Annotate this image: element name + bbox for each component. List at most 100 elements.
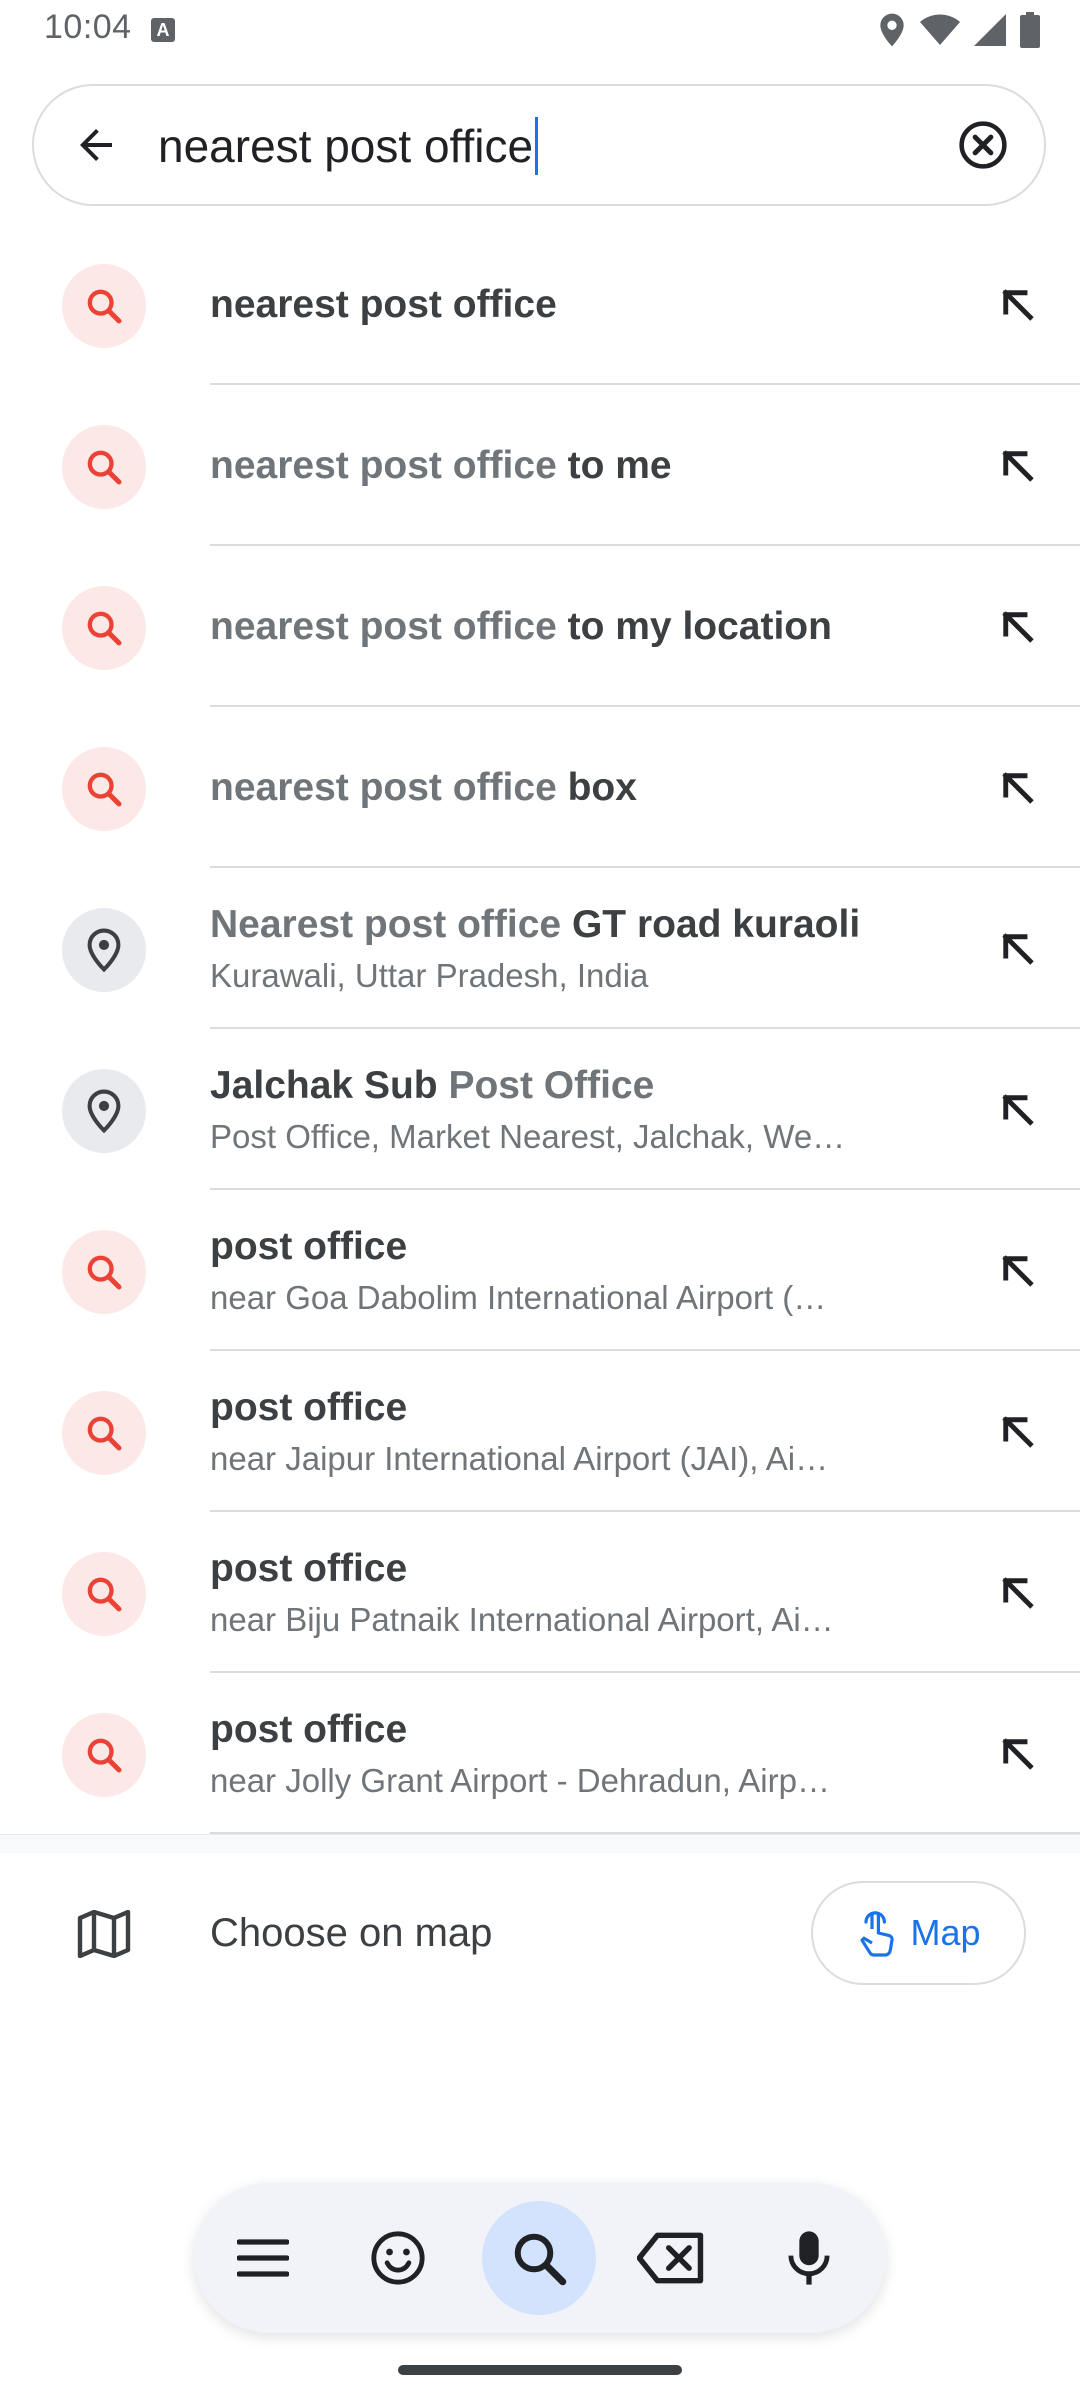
signal-icon (974, 14, 1006, 46)
suggestion-strong-text: post office (210, 1546, 408, 1590)
suggestion-row[interactable]: Jalchak Sub Post Office Post Office, Mark… (0, 1029, 1080, 1190)
suggestion-lead-icon (62, 1713, 146, 1797)
suggestion-strong-text: Jalchak Sub (210, 1063, 449, 1107)
suggestion-text: Nearest post office GT road kuraoli Kuraw… (210, 868, 920, 1029)
suggestion-secondary-text: near Biju Patnaik International Airport,… (210, 1600, 834, 1638)
fill-query-button[interactable] (982, 752, 1054, 824)
suggestion-muted-text: Nearest post office (210, 902, 562, 946)
suggestion-text: nearest post office box (210, 707, 920, 868)
suggestion-lead-icon (62, 1552, 146, 1636)
suggestion-primary-text: post office (210, 1705, 920, 1755)
fill-query-arrow-icon (1002, 1094, 1034, 1126)
fill-query-arrow-icon (1002, 1577, 1034, 1609)
fill-query-button[interactable] (982, 591, 1054, 663)
pin-icon (87, 928, 121, 972)
choose-on-map-label: Choose on map (210, 1911, 493, 1955)
touch-icon (860, 1911, 895, 1957)
map-outline-icon (77, 1910, 131, 1958)
suggestion-primary-text: nearest post office (210, 280, 920, 330)
a-badge-icon: A (151, 18, 175, 42)
suggestion-strong-text: post office (210, 1224, 408, 1268)
suggestion-primary-text: Jalchak Sub Post Office (210, 1061, 920, 1111)
search-icon (87, 1255, 122, 1290)
suggestion-text: nearest post office to me (210, 385, 920, 546)
fill-query-button[interactable] (982, 269, 1054, 341)
keyboard-mic-button[interactable] (752, 2201, 866, 2315)
suggestion-lead-icon (62, 1069, 146, 1153)
fill-query-button[interactable] (982, 1718, 1054, 1790)
suggestion-strong-text: post office (210, 1385, 408, 1429)
suggestion-primary-text: Nearest post office GT road kuraoli (210, 900, 920, 950)
suggestion-row[interactable]: post office near Jaipur International Air… (0, 1351, 1080, 1512)
suggestion-primary-text: nearest post office to my location (210, 602, 920, 652)
map-button[interactable]: Map (811, 1881, 1026, 1985)
wifi-icon (920, 14, 960, 45)
suggestion-strong-text: to me (556, 443, 672, 487)
text-caret (535, 117, 539, 175)
fill-query-arrow-icon (1002, 1738, 1034, 1770)
search-icon (514, 2233, 567, 2286)
fill-query-button[interactable] (982, 1557, 1054, 1629)
suggestion-muted-text: nearest post office (210, 443, 557, 487)
suggestion-row[interactable]: nearest post office to me (0, 385, 1080, 546)
fill-query-button[interactable] (982, 430, 1054, 502)
suggestion-primary-text: post office (210, 1222, 920, 1272)
emoji-icon (371, 2231, 425, 2285)
mic-icon (788, 2231, 830, 2285)
suggestion-strong-text: nearest post office (210, 282, 557, 326)
suggestion-row[interactable]: nearest post office to my location (0, 546, 1080, 707)
suggestion-muted-text: nearest post office (210, 765, 557, 809)
suggestion-muted-text: nearest post office (210, 604, 557, 648)
fill-query-button[interactable] (982, 913, 1054, 985)
suggestion-row[interactable]: nearest post office (0, 224, 1080, 385)
keyboard-search-button[interactable] (482, 2201, 596, 2315)
suggestion-secondary-text: Post Office, Market Nearest, Jalchak, We… (210, 1117, 846, 1155)
suggestion-secondary-text: near Jaipur International Airport (JAI),… (210, 1439, 829, 1477)
keyboard-menu-button[interactable] (206, 2201, 320, 2315)
suggestion-text: post office near Goa Dabolim Internationa… (210, 1190, 920, 1351)
suggestion-row[interactable]: nearest post office box (0, 707, 1080, 868)
search-input[interactable]: nearest post office (158, 116, 539, 176)
suggestion-secondary-text: near Goa Dabolim International Airport (… (210, 1278, 827, 1316)
fill-query-button[interactable] (982, 1235, 1054, 1307)
arrow-back-icon (80, 129, 112, 161)
suggestion-text: post office near Jolly Grant Airport - De… (210, 1673, 920, 1834)
fill-query-button[interactable] (982, 1396, 1054, 1468)
menu-icon (237, 2239, 289, 2277)
suggestion-primary-text: nearest post office to me (210, 441, 920, 491)
clear-button[interactable] (950, 112, 1016, 178)
suggestion-text: Jalchak Sub Post Office Post Office, Mark… (210, 1029, 920, 1190)
suggestion-secondary-text: near Jolly Grant Airport - Dehradun, Air… (210, 1761, 830, 1799)
suggestion-muted-text: Post Office (448, 1063, 655, 1107)
suggestion-text: nearest post office (210, 224, 920, 385)
suggestion-lead-icon (62, 908, 146, 992)
back-button[interactable] (62, 111, 130, 179)
choose-on-map-row[interactable]: Choose on map Map (0, 1852, 1080, 2012)
search-icon (87, 1738, 122, 1773)
search-icon (87, 1416, 122, 1451)
keyboard-backspace-button[interactable] (614, 2201, 728, 2315)
fill-query-arrow-icon (1002, 933, 1034, 965)
suggestion-primary-text: nearest post office box (210, 763, 920, 813)
fill-query-arrow-icon (1002, 289, 1034, 321)
suggestion-text: post office near Biju Patnaik Internation… (210, 1512, 920, 1673)
fill-query-button[interactable] (982, 1074, 1054, 1146)
suggestion-lead-icon (62, 747, 146, 831)
suggestion-strong-text: to my location (556, 604, 832, 648)
gesture-navigation-bar[interactable] (398, 2365, 682, 2375)
suggestion-row[interactable]: Nearest post office GT road kuraoli Kuraw… (0, 868, 1080, 1029)
search-icon (87, 289, 122, 324)
keyboard-emoji-button[interactable] (341, 2201, 455, 2315)
suggestion-row[interactable]: post office near Goa Dabolim Internationa… (0, 1190, 1080, 1351)
fill-query-arrow-icon (1002, 1255, 1034, 1287)
suggestion-primary-text: post office (210, 1544, 920, 1594)
suggestion-row[interactable]: post office near Jolly Grant Airport - De… (0, 1673, 1080, 1834)
status-bar: 10:04 A (0, 0, 1080, 60)
suggestion-lead-icon (62, 586, 146, 670)
status-icons (878, 10, 1040, 50)
suggestion-text: nearest post office to my location (210, 546, 920, 707)
suggestion-row[interactable]: post office near Biju Patnaik Internation… (0, 1512, 1080, 1673)
search-icon (87, 1577, 122, 1612)
suggestion-list: nearest post office nearest post office t… (0, 224, 1080, 1834)
suggestion-primary-text: post office (210, 1383, 920, 1433)
